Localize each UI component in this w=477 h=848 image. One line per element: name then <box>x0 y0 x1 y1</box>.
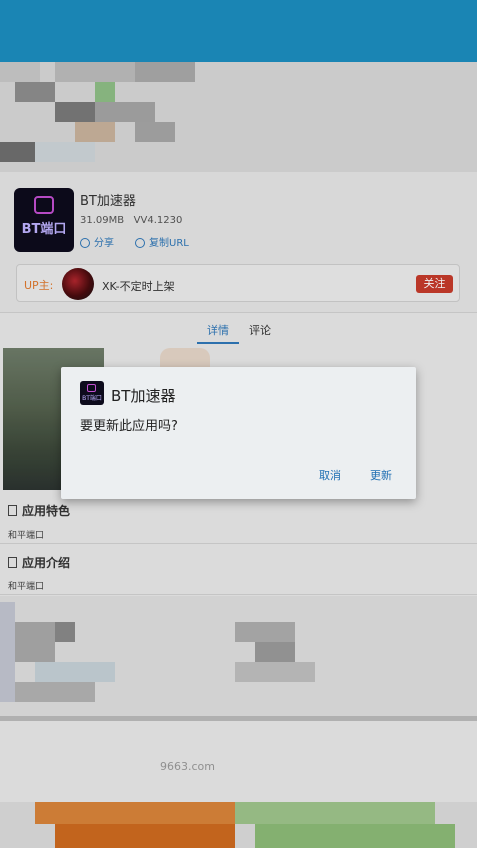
play-triangle-icon <box>87 384 96 392</box>
dialog-app-icon: BT端口 <box>80 381 104 405</box>
dialog-message: 要更新此应用吗? <box>80 419 178 434</box>
update-button[interactable]: 更新 <box>370 467 392 483</box>
dialog-title: BT加速器 <box>111 387 176 405</box>
dialog-icon-text: BT端口 <box>82 395 102 402</box>
cancel-button[interactable]: 取消 <box>319 467 341 483</box>
